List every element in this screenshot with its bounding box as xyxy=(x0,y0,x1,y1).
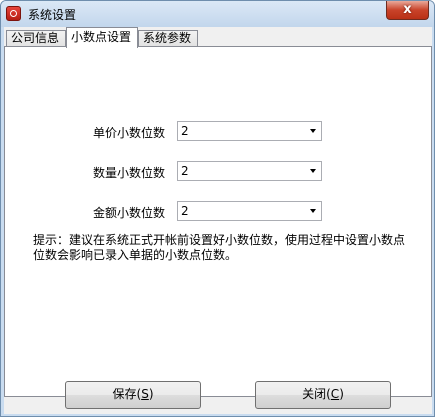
close-button-suffix: ) xyxy=(339,387,344,401)
close-button[interactable]: 关闭(C) xyxy=(255,381,391,409)
hint-text: 提示：建议在系统正式开帐前设置好小数位数，使用过程中设置小数点位数会影响已录入单… xyxy=(33,233,406,262)
tab-strip: 公司信息 小数点设置 系统参数 xyxy=(4,27,432,48)
close-button-label: 关闭( xyxy=(302,387,331,401)
amount-decimal-select[interactable]: 2 xyxy=(177,201,322,221)
decimal-settings-panel: 单价小数位数 2 数量小数位数 2 金额小数位数 2 提示：建议在系统正式开帐前… xyxy=(4,46,432,397)
client-area: 公司信息 小数点设置 系统参数 单价小数位数 2 数量小数位数 2 金额小数位数… xyxy=(4,27,432,414)
amount-decimal-row: 金额小数位数 2 xyxy=(5,201,431,221)
quantity-decimal-select[interactable]: 2 xyxy=(177,161,322,181)
quantity-decimal-row: 数量小数位数 2 xyxy=(5,161,431,181)
chevron-down-icon[interactable] xyxy=(310,209,316,213)
amount-decimal-value: 2 xyxy=(181,204,189,218)
tab-system-params[interactable]: 系统参数 xyxy=(138,30,198,47)
save-button-mnemonic: S xyxy=(141,387,149,401)
quantity-decimal-value: 2 xyxy=(181,164,189,178)
chevron-down-icon[interactable] xyxy=(310,129,316,133)
unit-price-decimal-value: 2 xyxy=(181,124,189,138)
save-button-label: 保存( xyxy=(112,387,142,401)
save-button-suffix: ) xyxy=(148,387,154,401)
chevron-down-icon[interactable] xyxy=(310,169,316,173)
window-title: 系统设置 xyxy=(28,8,77,22)
close-icon: x xyxy=(403,2,412,17)
quantity-decimal-label: 数量小数位数 xyxy=(93,166,166,180)
amount-decimal-label: 金额小数位数 xyxy=(93,206,166,220)
tab-decimal-settings[interactable]: 小数点设置 xyxy=(66,27,138,48)
tab-company-info[interactable]: 公司信息 xyxy=(6,30,66,47)
settings-window: 系统设置 x 公司信息 小数点设置 系统参数 单价小数位数 2 数量小数位数 2 xyxy=(0,0,435,417)
unit-price-decimal-select[interactable]: 2 xyxy=(177,121,322,141)
unit-price-decimal-row: 单价小数位数 2 xyxy=(5,121,431,141)
window-close-button[interactable]: x xyxy=(386,1,429,20)
close-button-mnemonic: C xyxy=(330,387,340,401)
unit-price-decimal-label: 单价小数位数 xyxy=(93,126,166,140)
save-button[interactable]: 保存(S) xyxy=(65,381,201,409)
app-icon[interactable] xyxy=(6,6,21,21)
title-bar[interactable]: 系统设置 x xyxy=(1,1,434,27)
